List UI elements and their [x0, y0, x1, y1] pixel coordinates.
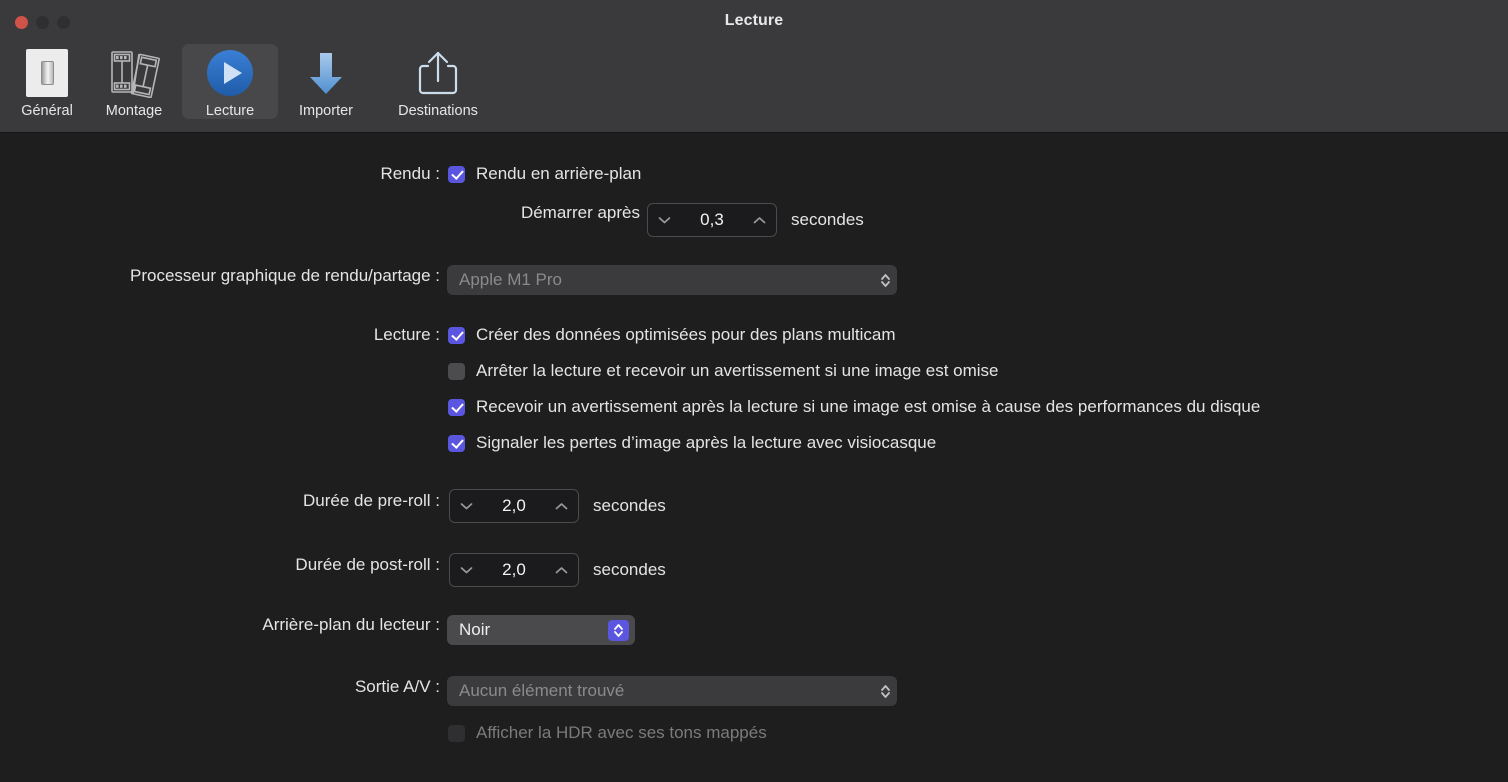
preroll-value: 2,0 — [502, 496, 526, 515]
chevron-up-icon[interactable] — [753, 216, 766, 224]
gpu-label-row: Processeur graphique de rendu/partage : — [0, 266, 440, 286]
render-delay-value: 0,3 — [700, 210, 724, 229]
postroll-row: 2,0 secondes — [449, 553, 666, 587]
settings-panel: Rendu : Rendu en arrière-plan Démarrer a… — [0, 133, 1508, 782]
chevron-up-icon[interactable] — [555, 566, 568, 574]
chevron-up-down-icon — [614, 623, 623, 637]
chevron-up-down-icon — [881, 684, 890, 698]
toolbar: Général Montage Lecture Importer Destina… — [8, 44, 502, 130]
play-circle-icon — [204, 48, 256, 98]
chevron-down-icon[interactable] — [460, 502, 473, 510]
av-output-row: Aucun élément trouvé — [447, 676, 897, 706]
gpu-label: Processeur graphique de rendu/partage : — [130, 266, 440, 285]
window-title: Lecture — [724, 12, 784, 29]
av-output-label-row: Sortie A/V : — [0, 677, 440, 697]
playback-option-2-label: Recevoir un avertissement après la lectu… — [476, 397, 1261, 416]
player-background-label: Arrière-plan du lecteur : — [262, 615, 440, 634]
preferences-window: Lecture Général Montage Lecture Importer… — [0, 0, 1508, 782]
postroll-stepper[interactable]: 2,0 — [449, 553, 579, 587]
playback-option-3-checkbox[interactable] — [448, 434, 465, 452]
hdr-checkbox — [448, 724, 465, 742]
render-delay-label: Démarrer après — [520, 203, 640, 222]
tab-montage-label: Montage — [105, 103, 163, 119]
postroll-unit: secondes — [593, 560, 666, 579]
film-strips-icon — [108, 48, 160, 98]
tab-importer[interactable]: Importer — [278, 44, 374, 119]
preroll-unit: secondes — [593, 496, 666, 515]
chevron-up-down-box[interactable] — [608, 619, 629, 641]
render-delay-unit: secondes — [791, 210, 864, 229]
render-label-row: Rendu : — [0, 164, 440, 184]
player-background-label-row: Arrière-plan du lecteur : — [0, 615, 440, 635]
playback-label: Lecture : — [373, 325, 440, 344]
background-render-label: Rendu en arrière-plan — [476, 164, 642, 183]
chevron-down-icon[interactable] — [658, 216, 671, 224]
title-bar: Lecture Général Montage Lecture Importer… — [0, 0, 1508, 133]
postroll-label-row: Durée de post-roll : — [0, 555, 440, 575]
playback-option-1-checkbox[interactable] — [448, 362, 465, 380]
player-background-row: Noir — [447, 615, 635, 645]
tab-lecture-label: Lecture — [205, 103, 255, 119]
playback-option-3-label: Signaler les pertes d’image après la lec… — [476, 433, 937, 452]
postroll-value: 2,0 — [502, 560, 526, 579]
playback-label-row: Lecture : — [0, 325, 440, 345]
preroll-label-row: Durée de pre-roll : — [0, 491, 440, 511]
tab-montage[interactable]: Montage — [86, 44, 182, 119]
playback-option-1-label: Arrêter la lecture et recevoir un averti… — [476, 361, 999, 380]
light-switch-icon — [26, 48, 68, 98]
hdr-label: Afficher la HDR avec ses tons mappés — [476, 723, 767, 742]
render-delay-row: 0,3 secondes — [647, 203, 864, 237]
gpu-value: Apple M1 Pro — [459, 270, 562, 289]
playback-option-2-checkbox[interactable] — [448, 398, 465, 416]
render-label: Rendu : — [380, 164, 440, 183]
background-render-row[interactable]: Rendu en arrière-plan — [448, 164, 641, 184]
share-export-icon — [414, 48, 462, 98]
playback-option-row[interactable]: Recevoir un avertissement après la lectu… — [448, 397, 1260, 417]
player-background-value: Noir — [459, 620, 491, 639]
tab-destinations[interactable]: Destinations — [374, 44, 502, 119]
av-output-value: Aucun élément trouvé — [459, 681, 625, 700]
tab-destinations-label: Destinations — [398, 103, 478, 119]
tab-lecture[interactable]: Lecture — [182, 44, 278, 119]
playback-option-row[interactable]: Arrêter la lecture et recevoir un averti… — [448, 361, 999, 381]
playback-option-0-label: Créer des données optimisées pour des pl… — [476, 325, 896, 344]
chevron-up-icon[interactable] — [555, 502, 568, 510]
render-delay-label-row: Démarrer après — [0, 203, 640, 223]
hdr-row: Afficher la HDR avec ses tons mappés — [448, 723, 767, 743]
chevron-down-icon[interactable] — [460, 566, 473, 574]
av-output-select: Aucun élément trouvé — [447, 676, 897, 706]
render-delay-stepper[interactable]: 0,3 — [647, 203, 777, 237]
preroll-row: 2,0 secondes — [449, 489, 666, 523]
preroll-label: Durée de pre-roll : — [302, 491, 440, 510]
gpu-select: Apple M1 Pro — [447, 265, 897, 295]
player-background-select[interactable]: Noir — [447, 615, 635, 645]
gpu-row: Apple M1 Pro — [447, 265, 897, 295]
download-arrow-icon — [300, 48, 352, 98]
playback-option-0-checkbox[interactable] — [448, 326, 465, 344]
tab-general-label: Général — [21, 103, 73, 119]
chevron-up-down-icon — [881, 273, 890, 287]
tab-importer-label: Importer — [299, 103, 353, 119]
playback-option-row[interactable]: Créer des données optimisées pour des pl… — [448, 325, 896, 345]
postroll-label: Durée de post-roll : — [295, 555, 440, 574]
tab-general[interactable]: Général — [8, 44, 86, 119]
av-output-label: Sortie A/V : — [354, 677, 440, 696]
background-render-checkbox[interactable] — [448, 165, 465, 183]
preroll-stepper[interactable]: 2,0 — [449, 489, 579, 523]
playback-option-row[interactable]: Signaler les pertes d’image après la lec… — [448, 433, 936, 453]
